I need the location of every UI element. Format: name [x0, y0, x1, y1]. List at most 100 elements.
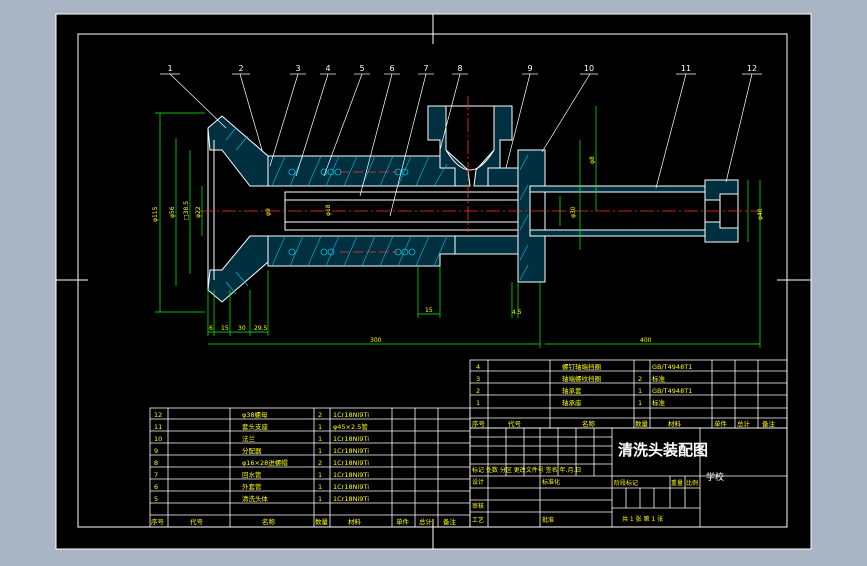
balloon-10: 10	[584, 64, 594, 73]
dim-b2: 15	[221, 325, 229, 332]
lower-header-code: 代号	[190, 517, 204, 526]
lower-row-0-no: 12	[154, 411, 162, 419]
lower-row-1-mat: φ45×2.5管	[333, 422, 368, 431]
balloon-4: 4	[325, 64, 330, 73]
dim-d5: φ9	[265, 208, 272, 216]
lower-row-3-mat: 1Cr18Ni9Ti	[333, 447, 369, 455]
upper-row-2-mat: GB/T4948T1	[652, 387, 692, 395]
upper-header-name: 名称	[582, 419, 596, 428]
lower-header-no: 序号	[151, 517, 165, 526]
dim-b4: 29.5	[254, 325, 268, 332]
upper-row-1-mat: 标准	[652, 374, 666, 383]
lower-header-qty: 数量	[315, 517, 329, 526]
lower-row-5-mat: 1Cr18Ni9Ti	[333, 471, 369, 479]
upper-header-code: 代号	[508, 419, 522, 428]
balloon-11: 11	[681, 64, 691, 73]
upper-header-mass1: 单件	[714, 419, 728, 428]
dim-total: 300	[370, 337, 382, 344]
lower-row-2-name: 法兰	[242, 434, 256, 443]
upper-row-2-no: 2	[476, 387, 480, 395]
dim-d4: φ22	[195, 206, 202, 218]
lower-row-4-qty: 2	[318, 459, 322, 467]
tb-standard: 标准化	[542, 478, 560, 486]
upper-header-mass2: 总计	[737, 419, 751, 428]
dim-rh: φ8	[589, 156, 596, 164]
lower-row-2-mat: 1Cr18Ni9Ti	[333, 435, 369, 443]
rev-row: 标记 处数 分区 更改文件号 签名 年.月.日	[472, 466, 581, 474]
lower-row-1-no: 11	[154, 423, 162, 431]
lower-row-7-mat: 1Cr18Ni9Ti	[333, 495, 369, 503]
balloon-3: 3	[295, 64, 300, 73]
upper-header-mat: 材料	[668, 419, 682, 428]
upper-row-1-name: 轴端螺纹挡圈	[562, 374, 601, 383]
tb-sheets: 共 1 张 第 1 张	[622, 515, 663, 523]
lower-row-3-no: 9	[154, 447, 158, 455]
upper-row-0-mat: GB/T4948T1	[652, 363, 692, 371]
dim-left-height: φ115	[152, 206, 159, 222]
upper-header-no: 序号	[472, 419, 486, 428]
upper-row-1-no: 3	[476, 375, 480, 383]
tb-scale: 比例	[686, 479, 698, 487]
upper-row-3-qty: 1	[638, 399, 642, 407]
dim-right-dia: φ40	[757, 208, 764, 220]
tb-stage: 阶段标记	[614, 479, 638, 487]
balloon-1: 1	[167, 64, 172, 73]
lower-row-0-mat: 1Cr18Ni9Ti	[333, 411, 369, 419]
balloon-5: 5	[359, 64, 364, 73]
upper-row-3-mat: 标准	[652, 398, 666, 407]
balloon-9: 9	[527, 64, 532, 73]
tb-design: 设计	[472, 478, 484, 486]
dim-d2: φ56	[169, 206, 176, 218]
tb-review: 审核	[472, 502, 484, 510]
upper-row-3-no: 1	[476, 399, 480, 407]
lower-header-note: 备注	[443, 517, 457, 526]
lower-row-5-name: 回水管	[242, 470, 262, 479]
balloon-8: 8	[457, 64, 462, 73]
dim-small: 4.5	[512, 309, 522, 316]
cad-viewport[interactable]: 1 2 3 4 5 6 7 8 9 10 11 12 φ115 φ56 □38.…	[0, 0, 867, 562]
dim-rm: φ30	[570, 206, 577, 218]
tb-weight: 重量	[671, 479, 683, 487]
upper-header-note: 备注	[762, 419, 776, 428]
upper-row-2-qty: 1	[638, 387, 642, 395]
balloon-2: 2	[238, 64, 243, 73]
lower-row-4-name: φ16×28进螺帽	[242, 458, 288, 467]
lower-row-0-name: φ38螺母	[242, 410, 268, 419]
dim-b1: 6	[209, 325, 213, 332]
lower-row-6-name: 外套管	[242, 482, 262, 491]
upper-row-0-name: 螺钉轴端挡圈	[562, 362, 601, 371]
lower-header-mat: 材料	[348, 517, 362, 526]
drawing-sheet	[56, 14, 811, 549]
lower-row-7-name: 清洗头体	[242, 494, 269, 503]
upper-row-3-name: 轴承座	[562, 398, 582, 407]
balloon-6: 6	[389, 64, 394, 73]
lower-row-3-name: 分配器	[242, 446, 262, 455]
lower-row-1-name: 套头支座	[242, 422, 269, 431]
tb-process: 工艺	[472, 516, 484, 524]
lower-row-5-no: 7	[154, 471, 158, 479]
lower-row-4-mat: 1Cr18Ni9Ti	[333, 459, 369, 467]
dim-b3: 30	[238, 325, 246, 332]
lower-header-mass1: 单件	[396, 517, 410, 526]
lower-row-3-qty: 1	[318, 447, 322, 455]
lower-row-0-qty: 2	[318, 411, 322, 419]
lower-row-2-no: 10	[154, 435, 162, 443]
lower-row-7-qty: 1	[318, 495, 322, 503]
school-name: 学校	[706, 471, 724, 483]
lower-row-4-no: 8	[154, 459, 158, 467]
lower-row-6-mat: 1Cr18Ni9Ti	[333, 483, 369, 491]
balloon-7: 7	[423, 64, 428, 73]
lower-row-6-qty: 1	[318, 483, 322, 491]
balloon-12: 12	[747, 64, 757, 73]
upper-row-0-no: 4	[476, 363, 480, 371]
lower-row-7-no: 5	[154, 495, 158, 503]
lower-row-1-qty: 1	[318, 423, 322, 431]
upper-row-2-name: 轴承套	[562, 386, 582, 395]
lower-row-2-qty: 1	[318, 435, 322, 443]
lower-header-name: 名称	[262, 517, 276, 526]
lower-row-6-no: 6	[154, 483, 158, 491]
dim-gap: 15	[425, 307, 433, 314]
lower-row-5-qty: 1	[318, 471, 322, 479]
dim-d3: □38.5	[183, 201, 190, 220]
lower-header-mass2: 总计	[419, 517, 433, 526]
